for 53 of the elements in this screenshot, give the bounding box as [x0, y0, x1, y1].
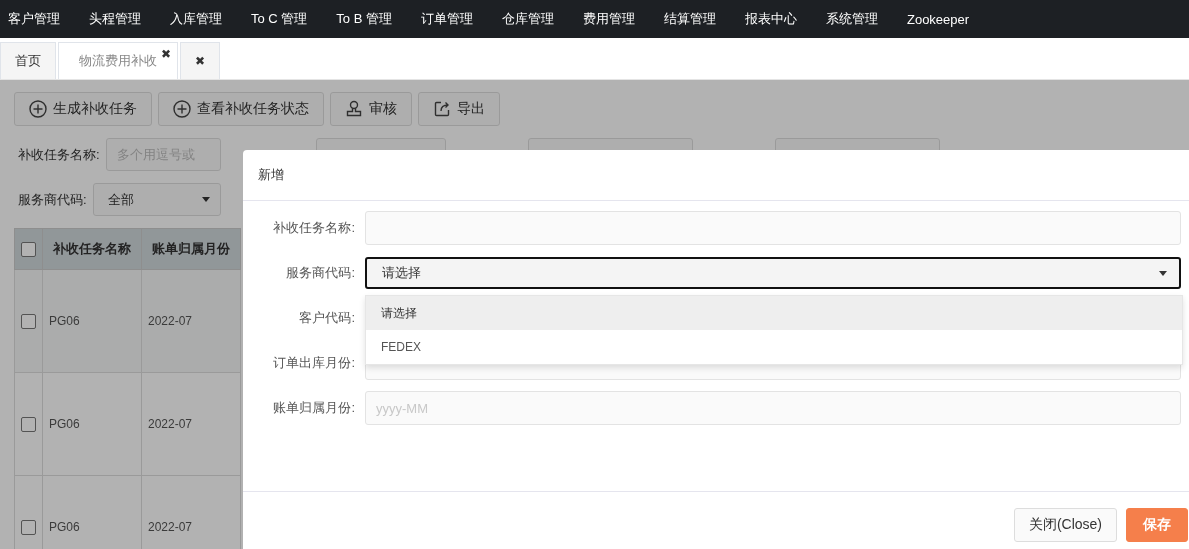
table-cell: PG06	[42, 372, 142, 476]
filter-label: 服务商代码:	[18, 190, 87, 209]
nav-item[interactable]: 仓库管理	[501, 10, 554, 28]
nav-item[interactable]: 结算管理	[663, 10, 716, 28]
column-header: 账单归属月份	[141, 228, 241, 270]
toolbar-button[interactable]: 导出	[418, 92, 500, 126]
select-field[interactable]: 请选择	[365, 257, 1181, 289]
table-cell: 2022-07	[141, 269, 241, 373]
nav-item[interactable]: 客户管理	[8, 10, 60, 28]
nav-item[interactable]: Zookeeper	[906, 11, 970, 27]
field-label: 客户代码:	[298, 309, 356, 327]
input-field[interactable]	[365, 211, 1181, 245]
tab[interactable]: 首页	[0, 42, 56, 79]
caret-icon	[201, 197, 210, 202]
tab[interactable]: ✖	[180, 42, 221, 79]
checkbox[interactable]	[21, 241, 36, 257]
close-icon[interactable]: ✖	[160, 47, 171, 61]
caret-icon	[1159, 270, 1167, 276]
dialog-title: 新增	[243, 150, 1189, 201]
checkbox[interactable]	[21, 313, 36, 329]
nav-item[interactable]: 头程管理	[89, 10, 141, 28]
tab[interactable]: 物流费用补收 ✖	[58, 42, 178, 79]
nav-item[interactable]: 订单管理	[420, 10, 473, 28]
nav-item[interactable]: 报表中心	[744, 10, 797, 28]
nav-item[interactable]: 费用管理	[582, 10, 635, 28]
dropdown-option[interactable]: FEDEX	[366, 330, 1182, 364]
nav-item[interactable]: To B 管理	[336, 10, 392, 28]
field-label: 补收任务名称:	[272, 219, 356, 237]
checkbox[interactable]	[21, 519, 36, 535]
field-label: 服务商代码:	[285, 264, 356, 282]
close-icon[interactable]: ✖	[195, 54, 206, 68]
toolbar-button[interactable]: 审核	[330, 92, 412, 126]
dropdown-option[interactable]: 请选择	[366, 296, 1182, 330]
stamp-icon	[345, 100, 363, 118]
column-header: 补收任务名称	[42, 228, 142, 270]
table-cell: 2022-07	[141, 475, 241, 549]
plus-circle-icon	[173, 100, 191, 118]
nav-item[interactable]: 系统管理	[825, 10, 878, 28]
nav-item[interactable]: To C 管理	[251, 10, 308, 28]
table-cell: 2022-07	[141, 372, 241, 476]
toolbar-button[interactable]: 查看补收任务状态	[158, 92, 324, 126]
nav-item[interactable]: 入库管理	[170, 10, 222, 28]
table-cell: PG06	[42, 269, 142, 373]
filter-select[interactable]: 全部	[92, 183, 221, 216]
close-button[interactable]: 关闭(Close)	[1013, 508, 1117, 542]
checkbox[interactable]	[21, 416, 36, 432]
filter-label: 补收任务名称:	[18, 145, 100, 164]
field-label: 账单归属月份:	[272, 399, 356, 417]
field-label: 订单出库月份:	[272, 354, 356, 372]
toolbar-button[interactable]: 生成补收任务	[14, 92, 152, 126]
export-icon	[433, 100, 451, 118]
table-cell: PG06	[42, 475, 142, 549]
plus-circle-icon	[29, 100, 47, 118]
